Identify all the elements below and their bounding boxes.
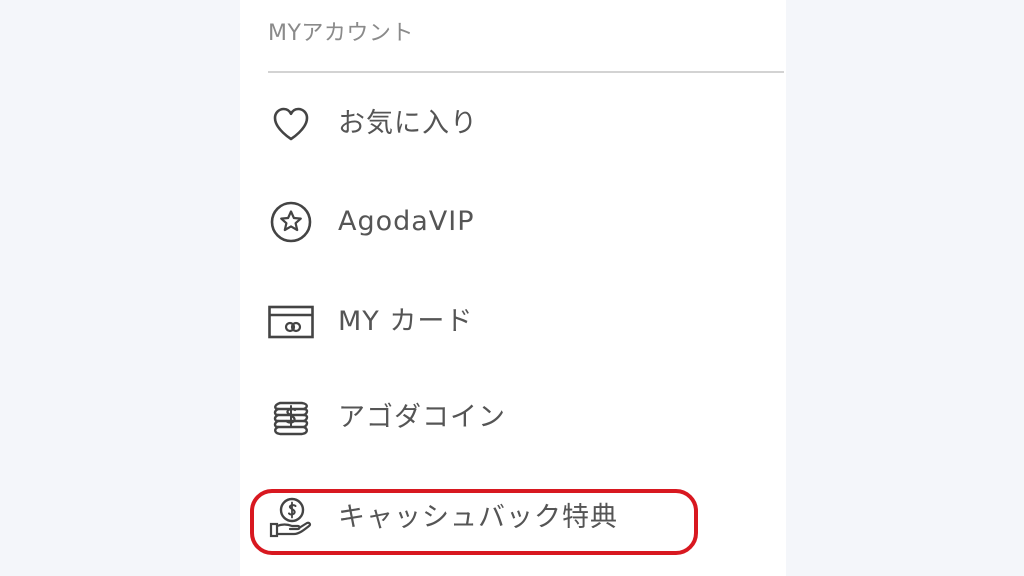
menu-item-agoda-coin[interactable]: アゴダコイン bbox=[268, 388, 768, 448]
cashback-hand-icon bbox=[268, 495, 314, 541]
section-divider bbox=[268, 71, 784, 73]
coin-stack-icon bbox=[268, 395, 314, 441]
star-badge-icon bbox=[268, 199, 314, 245]
card-icon bbox=[268, 299, 314, 345]
account-menu-panel: MYアカウント お気に入り AgodaVIP MY カード アゴダコイン キャッ… bbox=[240, 0, 786, 576]
menu-item-my-card[interactable]: MY カード bbox=[268, 292, 768, 352]
menu-item-label: AgodaVIP bbox=[338, 206, 475, 237]
menu-item-label: アゴダコイン bbox=[338, 402, 506, 433]
menu-item-cashback[interactable]: キャッシュバック特典 bbox=[268, 488, 768, 548]
menu-item-label: お気に入り bbox=[338, 108, 478, 139]
menu-item-label: キャッシュバック特典 bbox=[338, 502, 618, 533]
heart-icon bbox=[268, 101, 314, 147]
menu-item-favorites[interactable]: お気に入り bbox=[268, 94, 768, 154]
section-title: MYアカウント bbox=[268, 21, 414, 46]
menu-item-label: MY カード bbox=[338, 306, 474, 337]
menu-item-agoda-vip[interactable]: AgodaVIP bbox=[268, 192, 768, 252]
